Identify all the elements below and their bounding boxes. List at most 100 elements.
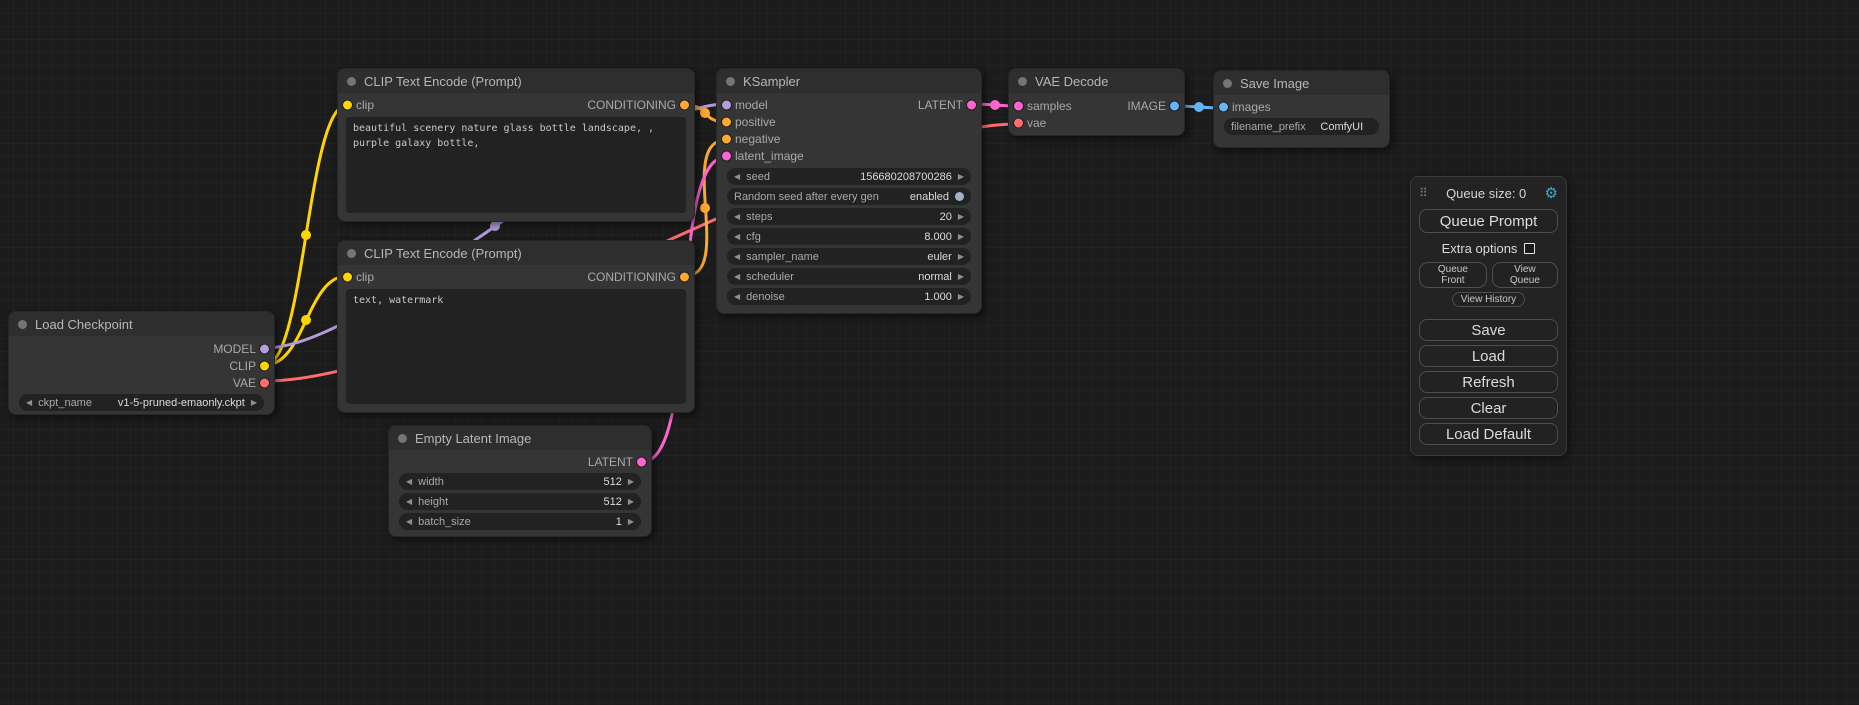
input-slot-latent-image[interactable]	[722, 151, 731, 160]
output-label-image: IMAGE	[1127, 99, 1166, 113]
collapse-dot[interactable]	[18, 320, 27, 329]
save-button[interactable]: Save	[1419, 319, 1558, 341]
node-titlebar[interactable]: CLIP Text Encode (Prompt)	[338, 69, 694, 93]
input-slot-clip[interactable]	[343, 272, 352, 281]
widget-label: ckpt_name	[38, 397, 92, 409]
widget-seed[interactable]: ◀ seed 156680208700286 ▶	[727, 168, 971, 185]
node-load-checkpoint[interactable]: Load Checkpoint MODEL CLIP VAE ◀ ckpt_na…	[8, 311, 275, 415]
output-slot-clip[interactable]	[260, 361, 269, 370]
refresh-button[interactable]: Refresh	[1419, 371, 1558, 393]
queue-front-button[interactable]: Queue Front	[1419, 262, 1487, 288]
output-slot-latent[interactable]	[967, 100, 976, 109]
arrow-right-icon[interactable]: ▶	[958, 293, 964, 301]
input-slot-negative[interactable]	[722, 134, 731, 143]
node-title: VAE Decode	[1035, 74, 1108, 89]
node-empty-latent-image[interactable]: Empty Latent Image LATENT ◀ width 512 ▶ …	[388, 425, 652, 537]
output-slot-vae[interactable]	[260, 378, 269, 387]
widget-cfg[interactable]: ◀ cfg 8.000 ▶	[727, 228, 971, 245]
widget-width[interactable]: ◀ width 512 ▶	[399, 473, 641, 490]
collapse-dot[interactable]	[347, 249, 356, 258]
widget-batch-size[interactable]: ◀ batch_size 1 ▶	[399, 513, 641, 530]
arrow-left-icon[interactable]: ◀	[734, 213, 740, 221]
arrow-left-icon[interactable]: ◀	[734, 173, 740, 181]
arrow-left-icon[interactable]: ◀	[406, 498, 412, 506]
node-titlebar[interactable]: Save Image	[1214, 71, 1389, 95]
output-slot-latent[interactable]	[637, 457, 646, 466]
extra-options-checkbox[interactable]	[1524, 243, 1535, 254]
input-slot-clip[interactable]	[343, 100, 352, 109]
collapse-dot[interactable]	[398, 434, 407, 443]
arrow-left-icon[interactable]: ◀	[734, 253, 740, 261]
output-row-model: MODEL	[9, 340, 274, 357]
arrow-right-icon[interactable]: ▶	[958, 173, 964, 181]
arrow-right-icon[interactable]: ▶	[628, 518, 634, 526]
node-clip-text-encode-negative[interactable]: CLIP Text Encode (Prompt) clip CONDITION…	[337, 240, 695, 413]
widget-value: normal	[800, 271, 952, 283]
slot-row-positive: positive	[717, 113, 981, 130]
arrow-right-icon[interactable]: ▶	[628, 498, 634, 506]
node-titlebar[interactable]: CLIP Text Encode (Prompt)	[338, 241, 694, 265]
collapse-dot[interactable]	[347, 77, 356, 86]
arrow-left-icon[interactable]: ◀	[406, 518, 412, 526]
load-default-button[interactable]: Load Default	[1419, 423, 1558, 445]
arrow-right-icon[interactable]: ▶	[251, 399, 257, 407]
collapse-dot[interactable]	[726, 77, 735, 86]
settings-gear-icon[interactable]: ⚙	[1545, 186, 1558, 201]
output-slot-image[interactable]	[1170, 101, 1179, 110]
node-clip-text-encode-positive[interactable]: CLIP Text Encode (Prompt) clip CONDITION…	[337, 68, 695, 222]
widget-random-seed-toggle[interactable]: Random seed after every gen enabled	[727, 188, 971, 205]
widget-scheduler[interactable]: ◀ scheduler normal ▶	[727, 268, 971, 285]
arrow-right-icon[interactable]: ▶	[958, 273, 964, 281]
node-ksampler[interactable]: KSampler model LATENT positive negative …	[716, 68, 982, 314]
arrow-right-icon[interactable]: ▶	[628, 478, 634, 486]
widget-denoise[interactable]: ◀ denoise 1.000 ▶	[727, 288, 971, 305]
widget-label: batch_size	[418, 516, 471, 528]
prompt-textarea[interactable]: beautiful scenery nature glass bottle la…	[346, 117, 686, 213]
node-titlebar[interactable]: Empty Latent Image	[389, 426, 651, 450]
input-slot-images[interactable]	[1219, 102, 1228, 111]
clear-button[interactable]: Clear	[1419, 397, 1558, 419]
input-slot-model[interactable]	[722, 100, 731, 109]
view-queue-button[interactable]: View Queue	[1492, 262, 1558, 288]
widget-sampler-name[interactable]: ◀ sampler_name euler ▶	[727, 248, 971, 265]
widget-steps[interactable]: ◀ steps 20 ▶	[727, 208, 971, 225]
widget-ckpt-name[interactable]: ◀ ckpt_name v1-5-pruned-emaonly.ckpt ▶	[19, 394, 264, 411]
node-vae-decode[interactable]: VAE Decode samples IMAGE vae	[1008, 68, 1185, 136]
node-titlebar[interactable]: VAE Decode	[1009, 69, 1184, 93]
node-titlebar[interactable]: Load Checkpoint	[9, 312, 274, 336]
arrow-right-icon[interactable]: ▶	[958, 233, 964, 241]
arrow-left-icon[interactable]: ◀	[734, 233, 740, 241]
node-title: CLIP Text Encode (Prompt)	[364, 246, 522, 261]
toggle-indicator-icon[interactable]	[955, 192, 964, 201]
slot-row-model: model LATENT	[717, 96, 981, 113]
widget-value: 20	[778, 211, 951, 223]
arrow-left-icon[interactable]: ◀	[26, 399, 32, 407]
arrow-left-icon[interactable]: ◀	[734, 273, 740, 281]
input-label-clip: clip	[356, 98, 374, 112]
input-label-samples: samples	[1027, 99, 1072, 113]
input-slot-samples[interactable]	[1014, 101, 1023, 110]
input-slot-positive[interactable]	[722, 117, 731, 126]
output-slot-conditioning[interactable]	[680, 272, 689, 281]
view-history-button[interactable]: View History	[1452, 292, 1525, 307]
node-titlebar[interactable]: KSampler	[717, 69, 981, 93]
output-slot-model[interactable]	[260, 344, 269, 353]
arrow-left-icon[interactable]: ◀	[406, 478, 412, 486]
queue-small-buttons: Queue Front View Queue	[1419, 262, 1558, 288]
collapse-dot[interactable]	[1223, 79, 1232, 88]
graph-canvas[interactable]: Load Checkpoint MODEL CLIP VAE ◀ ckpt_na…	[0, 0, 1859, 705]
widget-height[interactable]: ◀ height 512 ▶	[399, 493, 641, 510]
arrow-right-icon[interactable]: ▶	[958, 253, 964, 261]
arrow-right-icon[interactable]: ▶	[958, 213, 964, 221]
output-label-conditioning: CONDITIONING	[587, 98, 676, 112]
drag-handle-icon[interactable]: ⠿	[1419, 186, 1428, 200]
node-save-image[interactable]: Save Image images filename_prefix ComfyU…	[1213, 70, 1390, 148]
widget-filename-prefix[interactable]: filename_prefix ComfyUI	[1224, 118, 1379, 135]
queue-prompt-button[interactable]: Queue Prompt	[1419, 209, 1558, 233]
arrow-left-icon[interactable]: ◀	[734, 293, 740, 301]
load-button[interactable]: Load	[1419, 345, 1558, 367]
collapse-dot[interactable]	[1018, 77, 1027, 86]
input-slot-vae[interactable]	[1014, 118, 1023, 127]
prompt-textarea[interactable]: text, watermark	[346, 289, 686, 404]
output-slot-conditioning[interactable]	[680, 100, 689, 109]
